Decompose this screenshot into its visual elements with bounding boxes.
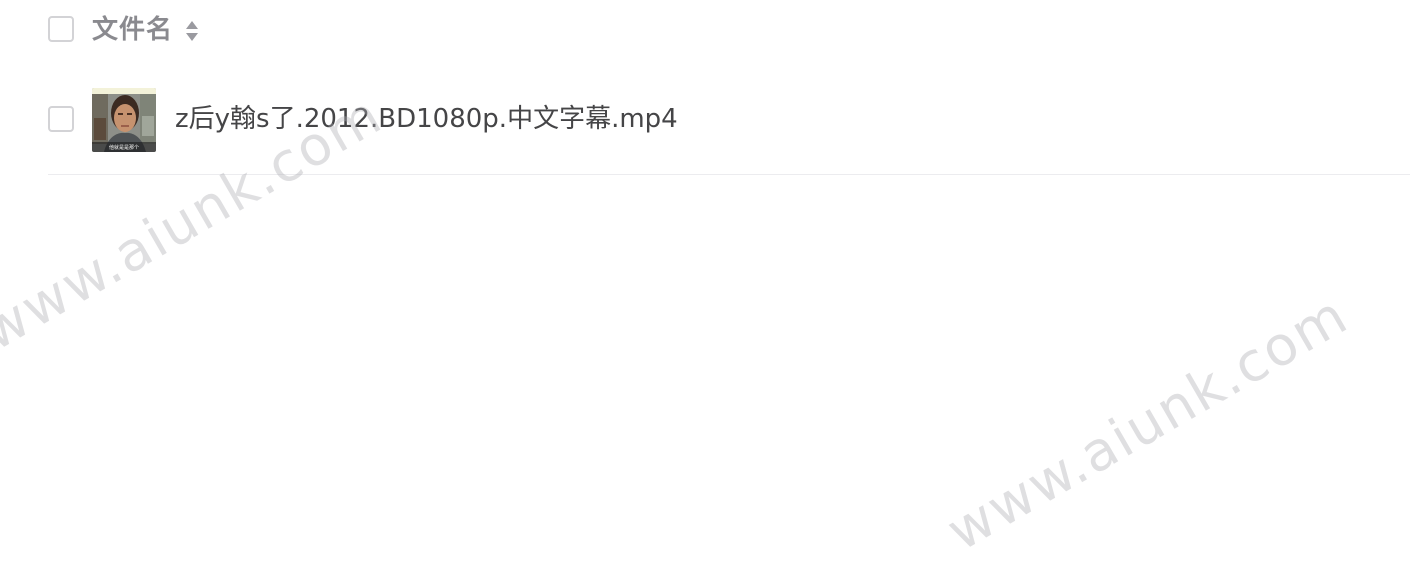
video-thumbnail-image: 他就是是那个 [92, 88, 156, 152]
sort-ascending-arrow [186, 21, 198, 29]
sort-both-icon[interactable] [185, 19, 199, 43]
watermark-text: www.aiunk.com [936, 282, 1359, 563]
file-list-page: 文件名 他就是是那个 z后y翰s了.2012.BD1080p.中文字幕.mp4 … [0, 0, 1410, 588]
column-header-filename[interactable]: 文件名 [92, 14, 173, 46]
thumbnail-subtitle: 他就是是那个 [109, 144, 139, 151]
row-divider [48, 174, 1410, 175]
row-checkbox[interactable] [48, 106, 74, 132]
select-all-checkbox[interactable] [48, 16, 74, 42]
video-thumbnail[interactable]: 他就是是那个 [92, 88, 156, 152]
file-name-text[interactable]: z后y翰s了.2012.BD1080p.中文字幕.mp4 [175, 102, 678, 136]
sort-descending-arrow [186, 33, 198, 41]
